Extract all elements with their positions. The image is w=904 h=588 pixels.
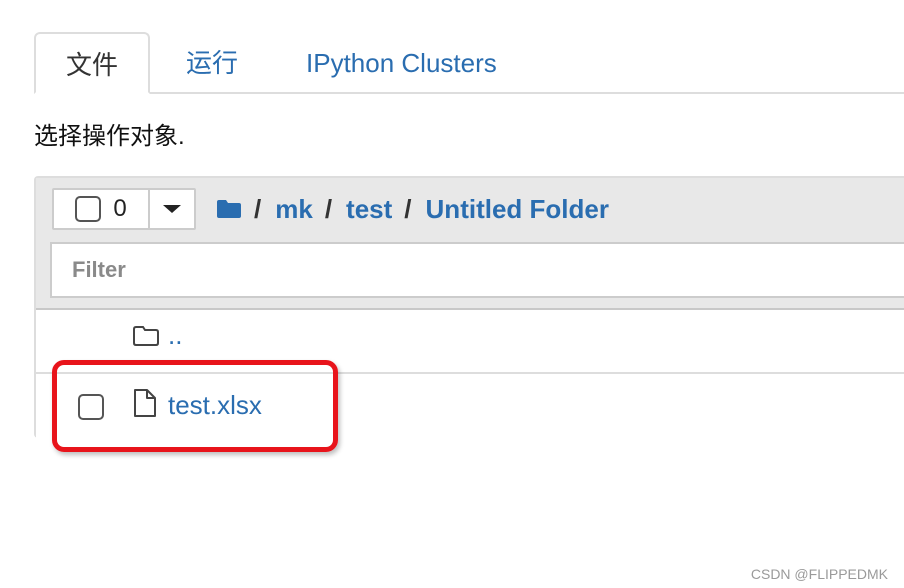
select-all-checkbox[interactable] bbox=[75, 196, 102, 222]
watermark: CSDN @FLIPPEDMK bbox=[750, 566, 888, 582]
folder-outline-icon bbox=[133, 326, 159, 346]
file-list-header: 0 / mk / test / Untitled Folder bbox=[36, 178, 904, 310]
breadcrumb-separator: / bbox=[254, 193, 262, 224]
list-item[interactable]: test.xlsx bbox=[36, 374, 904, 438]
tab-bar: 文件 运行 IPython Clusters bbox=[34, 32, 904, 94]
file-list-panel: 0 / mk / test / Untitled Folder .. bbox=[34, 176, 904, 438]
breadcrumb-item-mk[interactable]: mk bbox=[275, 194, 313, 225]
select-dropdown-button[interactable] bbox=[150, 190, 194, 228]
breadcrumb-separator: / bbox=[404, 193, 412, 224]
instructions-text: 选择操作对象. bbox=[34, 123, 185, 150]
file-link[interactable]: test.xlsx bbox=[168, 390, 262, 421]
select-all-button[interactable]: 0 bbox=[54, 190, 150, 228]
select-button-group: 0 bbox=[52, 188, 196, 230]
tab-ipython-clusters[interactable]: IPython Clusters bbox=[306, 32, 497, 94]
breadcrumb: / mk / test / Untitled Folder bbox=[216, 188, 609, 230]
breadcrumb-item-test[interactable]: test bbox=[346, 194, 392, 225]
breadcrumb-separator: / bbox=[324, 193, 333, 224]
tab-running[interactable]: 运行 bbox=[186, 32, 238, 94]
tab-files[interactable]: 文件 bbox=[34, 32, 150, 94]
caret-down-icon bbox=[163, 205, 181, 213]
filter-input[interactable] bbox=[50, 242, 904, 298]
file-outline-icon bbox=[134, 389, 156, 417]
list-item[interactable]: .. bbox=[36, 310, 904, 374]
selected-count: 0 bbox=[113, 195, 127, 222]
folder-icon[interactable] bbox=[216, 199, 242, 219]
parent-directory-link[interactable]: .. bbox=[168, 320, 182, 351]
file-checkbox[interactable] bbox=[78, 394, 104, 420]
breadcrumb-item-untitled-folder[interactable]: Untitled Folder bbox=[426, 194, 609, 225]
